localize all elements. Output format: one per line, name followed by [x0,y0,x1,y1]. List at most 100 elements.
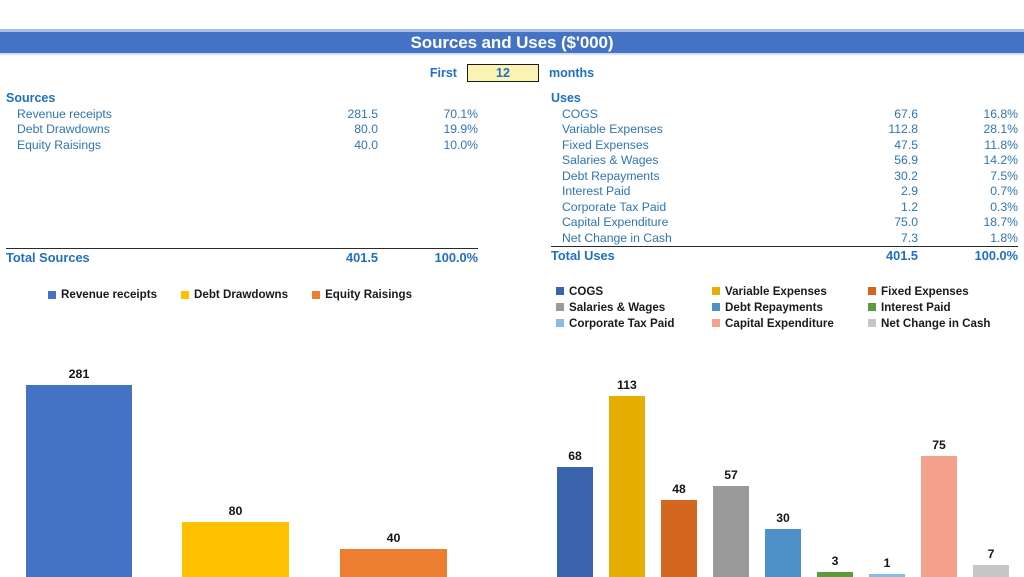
table-row: Salaries & Wages 56.9 14.2% [551,153,1018,169]
bar-group[interactable]: 80 [182,357,289,577]
legend-item[interactable]: Fixed Expenses [868,283,1024,299]
legend-item[interactable]: COGS [556,283,712,299]
legend-label: Net Change in Cash [881,316,991,330]
bar-group[interactable]: 75 [921,375,957,577]
bar-group[interactable]: 68 [557,375,593,577]
legend-label: Fixed Expenses [881,284,969,298]
bar[interactable] [713,486,749,577]
legend-item[interactable]: Salaries & Wages [556,299,712,315]
legend-swatch-icon [868,303,876,311]
row-label: Fixed Expenses [562,137,649,152]
row-percent: 70.1% [443,106,478,121]
legend-label: Capital Expenditure [725,316,834,330]
bar-group[interactable]: 57 [713,375,749,577]
sources-and-uses-dashboard: Sources and Uses ($'000) First months So… [0,0,1024,577]
legend-item[interactable]: Net Change in Cash [868,315,1024,331]
row-value: 7.3 [901,230,918,245]
sources-bar-chart: 281 80 40 [0,312,500,577]
bar-group[interactable]: 7 [973,375,1009,577]
bar-group[interactable]: 281 [26,357,132,577]
row-percent: 19.9% [443,122,478,137]
legend-swatch-icon [868,287,876,295]
legend-item[interactable]: Corporate Tax Paid [556,315,712,331]
row-value: 47.5 [894,137,918,152]
sources-table: Sources Revenue receipts 281.5 70.1% Deb… [6,90,478,266]
bar-group[interactable]: 1 [869,375,905,577]
row-percent: 14.2% [983,153,1018,168]
legend-label: Salaries & Wages [569,300,666,314]
table-spacer [6,153,478,248]
bar[interactable] [26,385,132,577]
uses-chart-legend: COGS Variable Expenses Fixed Expenses Sa… [556,283,1024,331]
row-value: 2.9 [901,184,918,199]
table-row: Variable Expenses 112.8 28.1% [551,122,1018,138]
row-label: COGS [562,106,598,121]
sources-chart-legend: Revenue receipts Debt Drawdowns Equity R… [48,288,448,301]
bar-value-label: 7 [987,547,995,561]
row-label: Salaries & Wages [562,153,659,168]
total-sources-row: Total Sources 401.5 100.0% [6,249,478,266]
legend-item[interactable]: Variable Expenses [712,283,868,299]
page-title: Sources and Uses ($'000) [410,32,614,52]
bar[interactable] [557,467,593,577]
bar[interactable] [182,522,289,577]
legend-item[interactable]: Debt Drawdowns [181,288,288,301]
bar[interactable] [973,565,1009,577]
bar[interactable] [661,500,697,577]
legend-label: Debt Repayments [725,300,823,314]
legend-swatch-icon [556,303,564,311]
uses-heading: Uses [551,91,581,105]
bar[interactable] [921,456,957,577]
legend-label: Corporate Tax Paid [569,316,675,330]
bar-value-label: 68 [568,449,582,463]
legend-item[interactable]: Equity Raisings [312,288,412,301]
row-label: Debt Drawdowns [17,122,110,137]
bar[interactable] [609,396,645,577]
legend-swatch-icon [712,319,720,327]
legend-item[interactable]: Interest Paid [868,299,1024,315]
bar-group[interactable]: 48 [661,375,697,577]
row-percent: 7.5% [990,168,1018,183]
bar-group[interactable]: 40 [340,357,447,577]
row-label: Net Change in Cash [562,230,672,245]
bar[interactable] [340,549,447,577]
bar[interactable] [765,529,801,577]
legend-swatch-icon [48,290,56,299]
row-percent: 0.3% [990,199,1018,214]
legend-item[interactable]: Debt Repayments [712,299,868,315]
table-row: Interest Paid 2.9 0.7% [551,184,1018,200]
bar-value-label: 80 [228,504,243,518]
bar[interactable] [817,572,853,577]
page-title-banner: Sources and Uses ($'000) [0,29,1024,55]
legend-item[interactable]: Revenue receipts [48,288,157,301]
row-percent: 1.8% [990,230,1018,245]
total-value: 401.5 [885,247,918,263]
legend-swatch-icon [181,290,190,299]
legend-label: Revenue receipts [61,288,158,301]
uses-plot-area: 68 113 48 57 30 3 1 75 7 [540,330,1024,577]
legend-label: Debt Drawdowns [194,288,289,301]
row-label: Capital Expenditure [562,215,669,230]
table-row: Corporate Tax Paid 1.2 0.3% [551,199,1018,215]
table-row: Fixed Expenses 47.5 11.8% [551,137,1018,153]
total-uses-row: Total Uses 401.5 100.0% [551,247,1018,264]
bar-group[interactable]: 30 [765,375,801,577]
total-percent: 100.0% [434,249,478,265]
legend-item[interactable]: Capital Expenditure [712,315,868,331]
total-percent: 100.0% [974,247,1018,263]
bar-value-label: 113 [617,378,637,392]
row-label: Revenue receipts [17,106,112,121]
table-row: Equity Raisings 40.0 10.0% [6,137,478,153]
bar-group[interactable]: 3 [817,375,853,577]
bar-value-label: 57 [724,468,738,482]
months-input[interactable] [466,64,539,82]
row-label: Debt Repayments [562,168,660,183]
row-percent: 16.8% [983,106,1018,121]
table-row: Capital Expenditure 75.0 18.7% [551,215,1018,231]
legend-label: Interest Paid [881,300,951,314]
table-row: Debt Repayments 30.2 7.5% [551,168,1018,184]
bar-group[interactable]: 113 [609,375,645,577]
table-row: COGS 67.6 16.8% [551,106,1018,122]
bar-value-label: 1 [883,556,891,570]
row-label: Equity Raisings [17,137,101,152]
